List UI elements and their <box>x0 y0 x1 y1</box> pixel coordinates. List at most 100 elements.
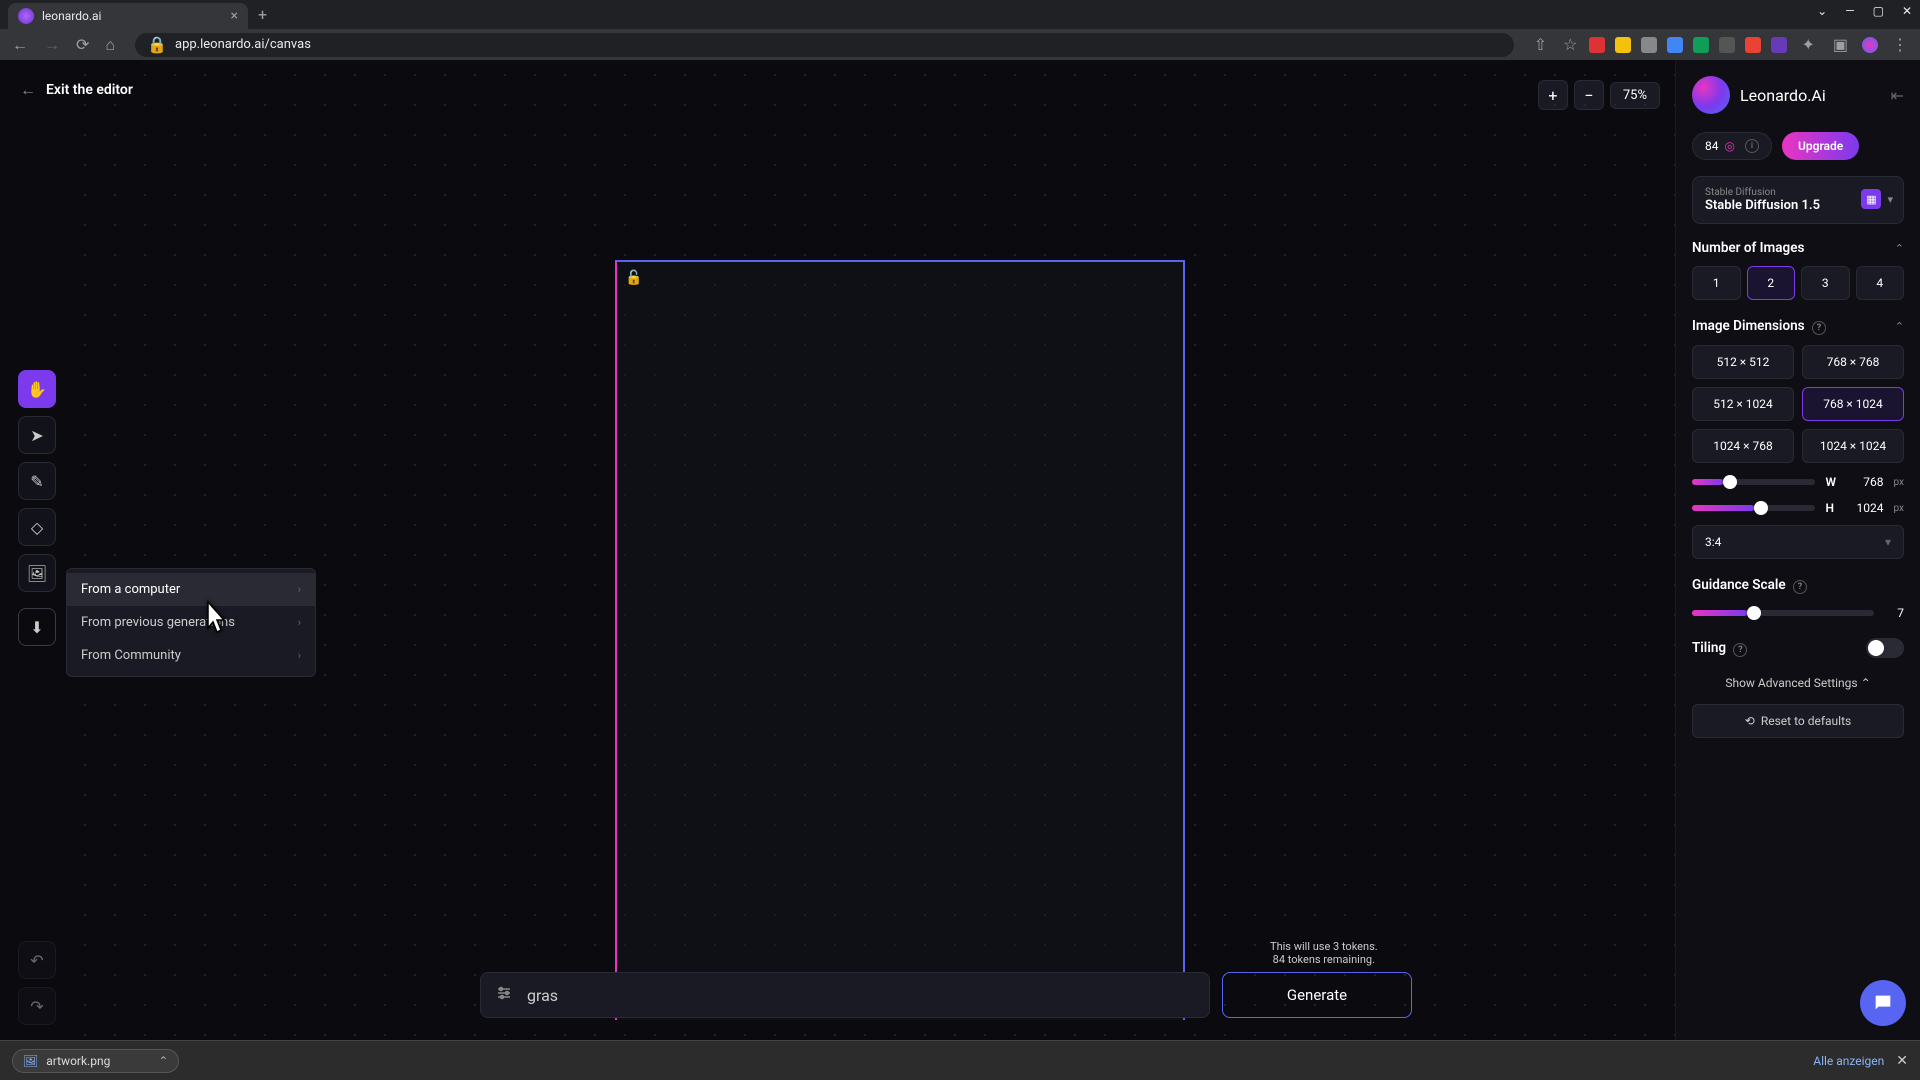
opt-3[interactable]: 3 <box>1801 266 1850 300</box>
sidepanel-icon[interactable]: ▣ <box>1829 31 1852 58</box>
width-value: 768 <box>1849 475 1883 489</box>
url-input[interactable]: 🔒 app.leonardo.ai/canvas <box>135 33 1514 57</box>
credits-row: 84 ◎ i Upgrade <box>1692 132 1904 160</box>
erase-tool[interactable]: ◇ <box>18 508 56 546</box>
draw-tool[interactable]: ✎ <box>18 462 56 500</box>
sliders-icon[interactable] <box>495 984 513 1006</box>
section-guidance: Guidance Scale ? 7 <box>1692 577 1904 620</box>
preset-512x1024[interactable]: 512 × 1024 <box>1692 387 1794 421</box>
preset-768x768[interactable]: 768 × 768 <box>1802 345 1904 379</box>
browser-tab[interactable]: leonardo.ai × <box>8 3 248 29</box>
extension-icon[interactable] <box>1693 37 1709 53</box>
section-tiling: Tiling ? <box>1692 638 1904 658</box>
height-unit: px <box>1893 503 1904 514</box>
extension-icon[interactable] <box>1771 37 1787 53</box>
menu-item-from-community[interactable]: From Community › <box>67 639 315 672</box>
back-icon[interactable]: ← <box>8 31 32 59</box>
close-window-icon[interactable]: ✕ <box>1902 4 1912 18</box>
reload-icon[interactable]: ⟳ <box>72 31 93 58</box>
profile-avatar[interactable] <box>1862 37 1878 53</box>
share-icon[interactable]: ⇧ <box>1530 31 1551 58</box>
exit-editor-button[interactable]: ← Exit the editor <box>20 80 133 100</box>
menu-item-from-computer[interactable]: From a computer › <box>67 573 315 606</box>
generate-button[interactable]: Generate <box>1222 972 1412 1018</box>
redo-button[interactable]: ↷ <box>18 987 56 1025</box>
brand-logo <box>1692 76 1730 114</box>
download-tool[interactable]: ⬇ <box>18 608 56 646</box>
select-tool[interactable]: ➤ <box>18 416 56 454</box>
menu-item-label: From previous generations <box>81 615 235 630</box>
top-bar: ← Exit the editor <box>0 60 1920 120</box>
section-title: Tiling ? <box>1692 640 1747 657</box>
canvas-frame[interactable]: 🔓 <box>615 260 1185 1020</box>
preset-1024x768[interactable]: 1024 × 768 <box>1692 429 1794 463</box>
pan-tool[interactable]: ✋ <box>18 370 56 408</box>
width-slider[interactable] <box>1692 479 1815 485</box>
home-icon[interactable]: ⌂ <box>101 31 119 59</box>
opt-4[interactable]: 4 <box>1856 266 1905 300</box>
close-icon[interactable]: × <box>231 8 238 24</box>
extension-icon[interactable] <box>1641 37 1657 53</box>
info-icon[interactable]: ? <box>1733 643 1747 657</box>
collapse-icon[interactable]: ⇤ <box>1891 86 1904 105</box>
maximize-icon[interactable]: ▢ <box>1873 4 1884 18</box>
info-icon[interactable]: i <box>1745 139 1759 153</box>
preset-768x1024[interactable]: 768 × 1024 <box>1802 387 1904 421</box>
extension-icon[interactable] <box>1667 37 1683 53</box>
guidance-value: 7 <box>1884 606 1904 620</box>
minimize-icon[interactable]: — <box>1845 4 1854 18</box>
height-value: 1024 <box>1849 501 1883 515</box>
show-advanced-button[interactable]: Show Advanced Settings ⌃ <box>1692 676 1904 690</box>
close-icon[interactable]: ✕ <box>1896 1053 1908 1069</box>
width-label: W <box>1825 475 1839 489</box>
extension-icon[interactable] <box>1719 37 1735 53</box>
menu-icon[interactable]: ⋮ <box>1888 31 1912 58</box>
tiling-toggle[interactable] <box>1866 638 1904 658</box>
forward-icon[interactable]: → <box>40 31 64 59</box>
opt-1[interactable]: 1 <box>1692 266 1741 300</box>
preset-512x512[interactable]: 512 × 512 <box>1692 345 1794 379</box>
right-panel: Leonardo.Ai ⇤ 84 ◎ i Upgrade Stable Diff… <box>1675 60 1920 1080</box>
file-icon: 🖼 <box>23 1054 38 1068</box>
extension-icon[interactable] <box>1589 37 1605 53</box>
chevron-down-icon: ▾ <box>1887 193 1893 206</box>
chevron-up-icon: ⌃ <box>158 1054 168 1068</box>
height-slider[interactable] <box>1692 505 1815 511</box>
puzzle-icon[interactable]: ✦ <box>1797 31 1818 58</box>
menu-item-label: From a computer <box>81 582 180 597</box>
credits-badge: 84 ◎ i <box>1692 132 1772 160</box>
prompt-input[interactable] <box>527 986 1195 1005</box>
image-tool[interactable]: 🖼 <box>18 554 56 592</box>
extension-icon[interactable] <box>1615 37 1631 53</box>
extension-icon[interactable] <box>1745 37 1761 53</box>
reset-button[interactable]: ⟲ Reset to defaults <box>1692 704 1904 738</box>
star-icon[interactable]: ☆ <box>1559 31 1581 58</box>
guidance-slider[interactable] <box>1692 610 1874 616</box>
import-context-menu: From a computer › From previous generati… <box>66 568 316 677</box>
chat-button[interactable] <box>1860 980 1906 1026</box>
model-select[interactable]: Stable Diffusion Stable Diffusion 1.5 ▦ … <box>1692 176 1904 224</box>
window-controls: ⌄ — ▢ ✕ <box>1817 4 1912 18</box>
aspect-ratio-select[interactable]: 3:4 ▾ <box>1692 525 1904 559</box>
menu-item-from-previous[interactable]: From previous generations › <box>67 606 315 639</box>
info-icon[interactable]: ? <box>1812 321 1826 335</box>
info-icon[interactable]: ? <box>1793 580 1807 594</box>
reset-label: Reset to defaults <box>1761 714 1851 728</box>
new-tab-button[interactable]: + <box>258 5 267 24</box>
chevron-up-icon[interactable]: ⌃ <box>1895 242 1904 255</box>
chevron-up-icon[interactable]: ⌃ <box>1895 320 1904 333</box>
show-all-downloads[interactable]: Alle anzeigen <box>1813 1054 1884 1068</box>
lock-icon: 🔒 <box>147 35 167 54</box>
unlock-icon[interactable]: 🔓 <box>625 270 642 286</box>
undo-button[interactable]: ↶ <box>18 941 56 979</box>
browser-chrome: leonardo.ai × + ⌄ — ▢ ✕ ← → ⟳ ⌂ 🔒 app.le… <box>0 0 1920 60</box>
download-item[interactable]: 🖼 artwork.png ⌃ <box>12 1049 179 1073</box>
opt-2[interactable]: 2 <box>1747 266 1796 300</box>
reset-icon: ⟲ <box>1745 714 1755 728</box>
prompt-bar: Generate <box>480 972 1412 1018</box>
token-cost-text: This will use 3 tokens. <box>1270 940 1378 953</box>
url-text: app.leonardo.ai/canvas <box>175 37 311 52</box>
chevron-down-icon[interactable]: ⌄ <box>1817 4 1827 18</box>
upgrade-button[interactable]: Upgrade <box>1782 132 1859 160</box>
preset-1024x1024[interactable]: 1024 × 1024 <box>1802 429 1904 463</box>
